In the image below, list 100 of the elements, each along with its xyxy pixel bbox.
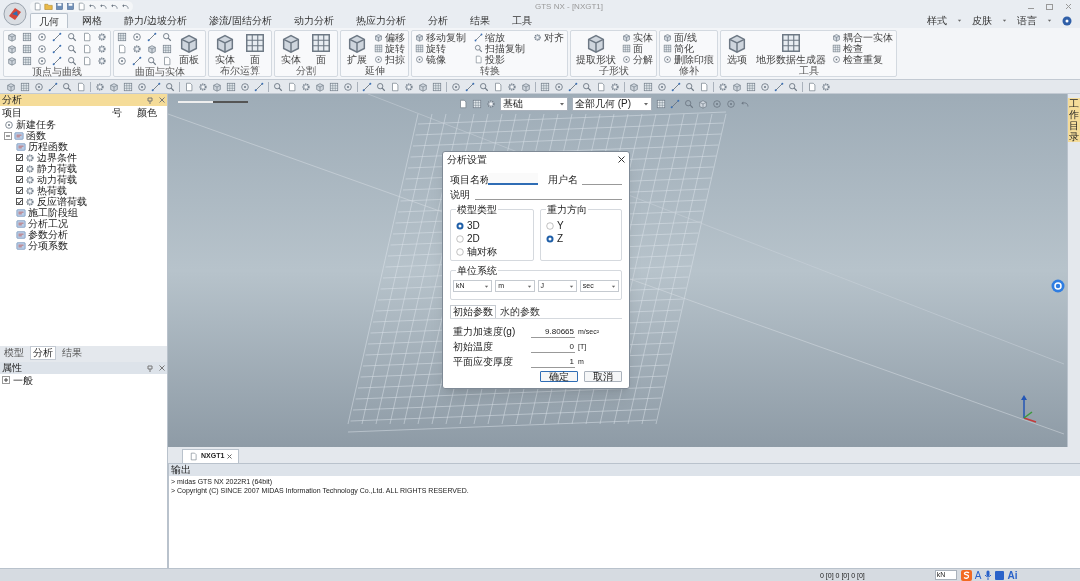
keyboard-icon[interactable] bbox=[995, 570, 1005, 580]
page-icon[interactable] bbox=[493, 81, 503, 92]
ribbon-button[interactable]: 提取形状 bbox=[574, 32, 618, 65]
grid-icon[interactable] bbox=[656, 99, 666, 109]
close-icon[interactable] bbox=[227, 454, 233, 459]
page-icon[interactable] bbox=[596, 81, 606, 92]
panel-tab[interactable]: 分析 bbox=[30, 346, 56, 360]
cube-icon[interactable] bbox=[147, 44, 157, 54]
ime-logo-icon[interactable] bbox=[960, 569, 972, 581]
ribbon-button[interactable]: 面 bbox=[308, 32, 334, 65]
magnifier-icon[interactable] bbox=[685, 81, 695, 92]
page-icon[interactable] bbox=[184, 81, 194, 92]
ribbon-tab[interactable]: 静力/边坡分析 bbox=[116, 13, 195, 28]
tree-item[interactable]: 参数分析 bbox=[28, 229, 68, 240]
grid-icon[interactable] bbox=[746, 81, 756, 92]
floating-action-icon[interactable] bbox=[1051, 279, 1065, 293]
ribbon-button[interactable]: 地形数据生成器 bbox=[754, 32, 828, 65]
caret-icon[interactable] bbox=[957, 18, 962, 23]
page-icon[interactable] bbox=[33, 2, 42, 11]
magnifier-icon[interactable] bbox=[479, 81, 489, 92]
value-field[interactable]: 0 bbox=[531, 340, 575, 353]
gear-icon[interactable] bbox=[132, 44, 142, 54]
caret-icon[interactable] bbox=[1002, 18, 1007, 23]
ribbon-tab[interactable]: 动力分析 bbox=[285, 13, 342, 28]
page-icon[interactable] bbox=[458, 99, 468, 109]
grid-icon[interactable] bbox=[329, 81, 339, 92]
magnifier-icon[interactable] bbox=[165, 81, 175, 92]
dialog-tab[interactable]: 初始参数 bbox=[450, 305, 496, 318]
dialog-button[interactable]: 确定 bbox=[540, 371, 578, 382]
grid-icon[interactable] bbox=[472, 99, 482, 109]
magnifier-icon[interactable] bbox=[147, 56, 157, 66]
circle-icon[interactable] bbox=[34, 81, 44, 92]
pin-icon[interactable] bbox=[147, 96, 153, 104]
side-tab[interactable]: 工作目录 bbox=[1068, 98, 1080, 142]
page-icon[interactable] bbox=[162, 56, 172, 66]
ribbon-tab[interactable]: 工具 bbox=[503, 13, 540, 28]
line-icon[interactable] bbox=[568, 81, 578, 92]
page-icon[interactable] bbox=[287, 81, 297, 92]
menu-dropdown[interactable]: 语言 bbox=[1017, 14, 1037, 27]
line-icon[interactable] bbox=[465, 81, 475, 92]
line-icon[interactable] bbox=[147, 32, 157, 42]
cube-icon[interactable] bbox=[7, 44, 17, 54]
dialog-tab[interactable]: 水的参数 bbox=[498, 305, 542, 318]
caret-icon[interactable] bbox=[568, 283, 574, 289]
cube-icon[interactable] bbox=[418, 81, 428, 92]
caret-icon[interactable] bbox=[643, 101, 649, 107]
magnifier-icon[interactable] bbox=[62, 81, 72, 92]
microphone-icon[interactable] bbox=[984, 570, 993, 580]
grid-icon[interactable] bbox=[540, 81, 550, 92]
tree-item[interactable]: 分项系数 bbox=[28, 240, 68, 251]
cube-icon[interactable] bbox=[732, 81, 742, 92]
value-field[interactable]: 1 bbox=[531, 355, 575, 368]
circle-icon[interactable] bbox=[137, 81, 147, 92]
caret-icon[interactable] bbox=[559, 101, 565, 107]
grid-icon[interactable] bbox=[162, 44, 172, 54]
ribbon-button[interactable]: 面 bbox=[242, 32, 268, 65]
line-icon[interactable] bbox=[774, 81, 784, 92]
grid-icon[interactable] bbox=[22, 56, 32, 66]
maximize-button[interactable] bbox=[1046, 3, 1053, 10]
magnifier-icon[interactable] bbox=[162, 32, 172, 42]
tree-item[interactable]: 静力荷载 bbox=[37, 163, 77, 174]
ai-label[interactable]: Ai bbox=[1007, 569, 1018, 581]
page-icon[interactable] bbox=[77, 2, 86, 11]
line-icon[interactable] bbox=[362, 81, 372, 92]
ime-mode[interactable]: A bbox=[974, 569, 982, 581]
checkbox[interactable] bbox=[16, 187, 23, 194]
page-icon[interactable] bbox=[699, 81, 709, 92]
line-icon[interactable] bbox=[670, 99, 680, 109]
grid-icon[interactable] bbox=[20, 81, 30, 92]
gear-icon[interactable] bbox=[610, 81, 620, 92]
radio-button[interactable] bbox=[546, 234, 554, 243]
caret-icon[interactable] bbox=[484, 283, 490, 289]
grid-icon[interactable] bbox=[310, 32, 332, 54]
ribbon-button[interactable]: 扫掠 bbox=[374, 54, 405, 65]
tree-item[interactable]: 边界条件 bbox=[37, 152, 77, 163]
radio-button[interactable] bbox=[546, 221, 554, 230]
circle-icon[interactable] bbox=[240, 81, 250, 92]
ribbon-button[interactable]: 旋转 bbox=[374, 43, 405, 54]
magnifier-icon[interactable] bbox=[67, 44, 77, 54]
cube-icon[interactable] bbox=[726, 32, 748, 54]
page-icon[interactable] bbox=[76, 81, 86, 92]
grid-icon[interactable] bbox=[123, 81, 133, 92]
radio-button[interactable] bbox=[456, 247, 464, 256]
ribbon-button[interactable]: 旋转 bbox=[415, 43, 466, 54]
page-icon[interactable] bbox=[807, 81, 817, 92]
pin-icon[interactable] bbox=[147, 364, 153, 372]
circle-icon[interactable] bbox=[760, 81, 770, 92]
magnifier-icon[interactable] bbox=[684, 99, 694, 109]
circle-icon[interactable] bbox=[132, 32, 142, 42]
magnifier-icon[interactable] bbox=[67, 32, 77, 42]
radio-button[interactable] bbox=[456, 234, 464, 243]
cube-icon[interactable] bbox=[6, 81, 16, 92]
tree-item[interactable]: 施工阶段组 bbox=[28, 207, 78, 218]
page-icon[interactable] bbox=[390, 81, 400, 92]
grid-icon[interactable] bbox=[22, 32, 32, 42]
gear-icon[interactable] bbox=[507, 81, 517, 92]
grid-icon[interactable] bbox=[226, 81, 236, 92]
menu-dropdown[interactable]: 样式 bbox=[927, 14, 947, 27]
cube-icon[interactable] bbox=[521, 81, 531, 92]
tree-item[interactable]: 反应谱荷载 bbox=[37, 196, 87, 207]
